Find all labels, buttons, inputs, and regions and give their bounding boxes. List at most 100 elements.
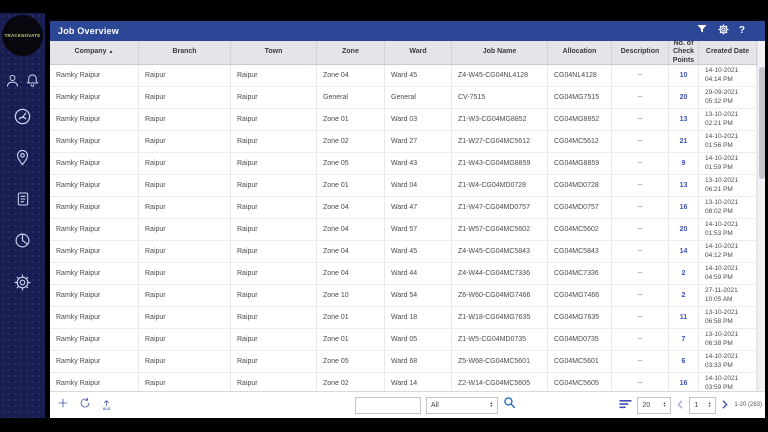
scrollbar-thumb[interactable] xyxy=(759,67,765,179)
dashboard-gauge-icon[interactable] xyxy=(0,107,45,126)
table-row[interactable]: Ramky Raipur Raipur Raipur Zone 10 Ward 54 Z6… xyxy=(50,285,757,307)
cell-check-points[interactable]: 10 xyxy=(669,65,699,86)
cell-check-points[interactable]: 2 xyxy=(669,285,699,306)
cell-ward: Ward 44 xyxy=(385,263,452,284)
table-row[interactable]: Ramky Raipur Raipur Raipur Zone 01 Ward 18 Z1… xyxy=(50,307,757,329)
cell-job-name: Z1-W18-CG04MG7635 xyxy=(452,307,548,328)
cell-allocation: CG04MD0735 xyxy=(548,329,612,350)
search-button[interactable] xyxy=(503,396,516,414)
cell-town: Raipur xyxy=(231,285,317,306)
vertical-scrollbar[interactable] xyxy=(757,41,765,391)
column-header-allocation[interactable]: Allocation xyxy=(548,41,612,64)
cell-zone: Zone 02 xyxy=(317,373,385,391)
export-xls-button[interactable]: XLS xyxy=(101,399,112,411)
cell-company: Ramky Raipur xyxy=(50,131,139,152)
table-row[interactable]: Ramky Raipur Raipur Raipur Zone 04 Ward 45 Z4… xyxy=(50,241,757,263)
cell-check-points[interactable]: 6 xyxy=(669,351,699,372)
column-header-check-points[interactable]: No. of Check Points xyxy=(669,40,699,64)
cell-check-points[interactable]: 14 xyxy=(669,241,699,262)
column-header-branch[interactable]: Branch xyxy=(139,41,231,64)
cell-allocation: CG04MC5843 xyxy=(548,241,612,262)
cell-zone: Zone 01 xyxy=(317,109,385,130)
reports-document-icon[interactable] xyxy=(0,191,45,207)
cell-job-name: Z1-W4-CG04MD0728 xyxy=(452,175,548,196)
cell-branch: Raipur xyxy=(139,131,231,152)
cell-created-date: 14-10-2021 01:56 PM xyxy=(699,131,757,152)
table-row[interactable]: Ramky Raipur Raipur Raipur Zone 04 Ward 57 Z1… xyxy=(50,219,757,241)
cell-town: Raipur xyxy=(231,307,317,328)
next-page-button[interactable] xyxy=(721,396,729,414)
page-number-select[interactable]: 1 ▲ ▼ xyxy=(689,396,717,414)
add-job-button[interactable] xyxy=(57,396,69,414)
cell-ward: Ward 04 xyxy=(385,175,452,196)
cell-allocation: CG04MC7336 xyxy=(548,263,612,284)
cell-check-points[interactable]: 21 xyxy=(669,131,699,152)
search-column-select[interactable]: All ▲ ▼ xyxy=(426,396,498,414)
prev-page-button[interactable] xyxy=(676,396,684,414)
cell-job-name: Z5-W68-CG04MC5601 xyxy=(452,351,548,372)
cell-allocation: CG04MC5602 xyxy=(548,219,612,240)
cell-town: Raipur xyxy=(231,219,317,240)
cell-created-date: 14-10-2021 01:53 PM xyxy=(699,219,757,240)
settings-gear-icon[interactable] xyxy=(718,22,729,40)
notifications-bell-icon[interactable] xyxy=(25,73,40,93)
cell-company: Ramky Raipur xyxy=(50,175,139,196)
filter-icon[interactable] xyxy=(696,22,708,40)
tracking-pin-icon[interactable] xyxy=(0,149,45,166)
cell-check-points[interactable]: 11 xyxy=(669,307,699,328)
settings-gear-icon[interactable] xyxy=(0,274,45,291)
cell-job-name: Z1-W57-CG04MC5602 xyxy=(452,219,548,240)
cell-check-points[interactable]: 16 xyxy=(669,197,699,218)
cell-allocation: CG04MD0757 xyxy=(548,197,612,218)
cell-ward: Ward 05 xyxy=(385,329,452,350)
column-header-ward[interactable]: Ward xyxy=(385,41,452,64)
table-row[interactable]: Ramky Raipur Raipur Raipur Zone 05 Ward 68 Z5… xyxy=(50,351,757,373)
cell-allocation: CG04MG7635 xyxy=(548,307,612,328)
cell-check-points[interactable]: 2 xyxy=(669,263,699,284)
refresh-button[interactable] xyxy=(79,396,91,414)
cell-company: Ramky Raipur xyxy=(50,153,139,174)
table-row[interactable]: Ramky Raipur Raipur Raipur Zone 04 Ward 44 Z4… xyxy=(50,263,757,285)
main-panel: Job Overview ? Company ▲ Branch Town Zone… xyxy=(50,21,765,418)
column-header-created-date[interactable]: Created Date xyxy=(699,41,757,64)
table-row[interactable]: Ramky Raipur Raipur Raipur Zone 01 Ward 05 Z1… xyxy=(50,329,757,351)
table-row[interactable]: Ramky Raipur Raipur Raipur Zone 01 Ward 04 Z1… xyxy=(50,175,757,197)
cell-company: Ramky Raipur xyxy=(50,109,139,130)
cell-zone: Zone 02 xyxy=(317,131,385,152)
table-row[interactable]: Ramky Raipur Raipur Raipur General General CV… xyxy=(50,87,757,109)
page-number-value: 1 xyxy=(694,401,699,409)
table-row[interactable]: Ramky Raipur Raipur Raipur Zone 02 Ward 14 Z2… xyxy=(50,373,757,391)
table-row[interactable]: Ramky Raipur Raipur Raipur Zone 05 Ward 43 Z1… xyxy=(50,153,757,175)
column-header-town[interactable]: Town xyxy=(231,41,317,64)
cell-check-points[interactable]: 13 xyxy=(669,109,699,130)
cell-town: Raipur xyxy=(231,241,317,262)
page-size-select[interactable]: 20 ▲ ▼ xyxy=(637,396,672,414)
cell-ward: Ward 14 xyxy=(385,373,452,391)
user-icon[interactable] xyxy=(5,73,20,93)
table-row[interactable]: Ramky Raipur Raipur Raipur Zone 04 Ward 45 Z4… xyxy=(50,65,757,87)
analytics-pie-icon[interactable] xyxy=(0,232,45,249)
cell-check-points[interactable]: 20 xyxy=(669,219,699,240)
column-header-job-name[interactable]: Job Name xyxy=(452,41,548,64)
column-header-company[interactable]: Company ▲ xyxy=(50,41,139,64)
table-row[interactable]: Ramky Raipur Raipur Raipur Zone 01 Ward 03 Z1… xyxy=(50,109,757,131)
cell-check-points[interactable]: 7 xyxy=(669,329,699,350)
search-input[interactable] xyxy=(355,396,421,414)
cell-check-points[interactable]: 13 xyxy=(669,175,699,196)
cell-created-date: 29-09-2021 05:32 PM xyxy=(699,87,757,108)
cell-branch: Raipur xyxy=(139,351,231,372)
help-icon[interactable]: ? xyxy=(739,26,745,36)
cell-allocation: CG04MG7466 xyxy=(548,285,612,306)
cell-check-points[interactable]: 16 xyxy=(669,373,699,391)
cell-created-date: 13-10-2021 06:58 PM xyxy=(699,307,757,328)
cell-job-name: Z1-W47-CG04MD0757 xyxy=(452,197,548,218)
cell-branch: Raipur xyxy=(139,307,231,328)
cell-zone: Zone 04 xyxy=(317,241,385,262)
table-row[interactable]: Ramky Raipur Raipur Raipur Zone 02 Ward 27 Z1… xyxy=(50,131,757,153)
cell-check-points[interactable]: 9 xyxy=(669,153,699,174)
cell-ward: Ward 45 xyxy=(385,241,452,262)
cell-check-points[interactable]: 20 xyxy=(669,87,699,108)
column-header-description[interactable]: Description xyxy=(612,41,669,64)
table-row[interactable]: Ramky Raipur Raipur Raipur Zone 04 Ward 47 Z1… xyxy=(50,197,757,219)
column-header-zone[interactable]: Zone xyxy=(317,41,385,64)
